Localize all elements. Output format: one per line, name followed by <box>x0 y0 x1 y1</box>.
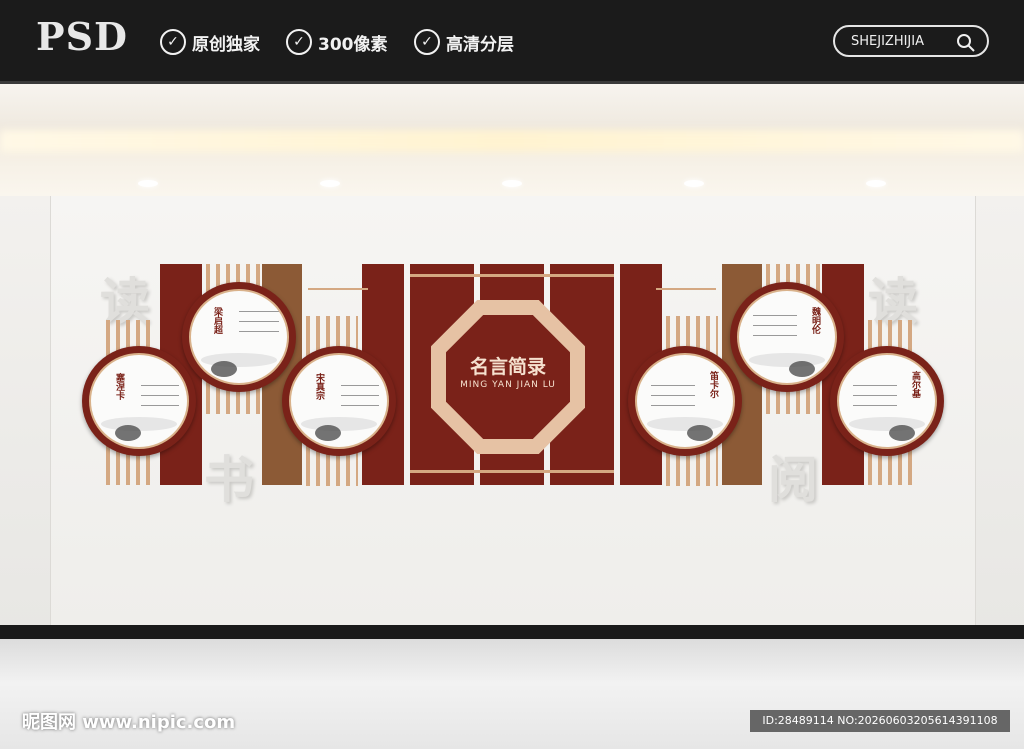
baseboard <box>0 625 1024 639</box>
feature-label: 300像素 <box>318 34 388 55</box>
cloud-ornament <box>308 288 368 290</box>
feature-layers: ✓ 高清分层 <box>414 28 514 56</box>
portrait-name: 高尔基 <box>910 371 920 398</box>
ceiling-light-strip <box>0 130 1024 152</box>
feature-pixels: ✓ 300像素 <box>286 28 388 56</box>
ghost-char: 书 <box>204 451 254 509</box>
portrait-name: 梁启超 <box>212 307 222 334</box>
portrait-card: 宋真宗 <box>282 346 396 456</box>
center-title: 名言简录 <box>469 356 546 378</box>
check-icon: ✓ <box>160 29 186 55</box>
portrait-card: 塞涅卡 <box>82 346 196 456</box>
psd-logo: PSD <box>36 14 128 59</box>
search-icon[interactable] <box>955 32 977 54</box>
portrait-card: 魏明伦 <box>730 282 844 392</box>
center-subtitle: MING YAN JIAN LU <box>460 380 556 390</box>
portrait-card: 梁启超 <box>182 282 296 392</box>
portrait-name: 魏明伦 <box>810 307 820 334</box>
portrait-card: 高尔基 <box>830 346 944 456</box>
feature-original: ✓ 原创独家 <box>160 28 260 56</box>
ceiling-spotlight <box>684 180 704 187</box>
feature-label: 高清分层 <box>446 34 514 55</box>
ceiling-spotlight <box>866 180 886 187</box>
top-banner: PSD ✓ 原创独家 ✓ 300像素 ✓ 高清分层 SHEJIZHIJIA <box>0 0 1024 84</box>
check-icon: ✓ <box>286 29 312 55</box>
portrait-card: 笛卡尔 <box>628 346 742 456</box>
search-text: SHEJIZHIJIA <box>851 33 924 49</box>
ghost-char: 阅 <box>768 451 818 509</box>
portrait-name: 笛卡尔 <box>708 371 718 398</box>
portrait-name: 宋真宗 <box>314 373 324 400</box>
ceiling-spotlight <box>320 180 340 187</box>
search-box[interactable]: SHEJIZHIJIA <box>833 25 989 57</box>
feature-label: 原创独家 <box>192 34 260 55</box>
site-watermark: 昵图网 www.nipic.com <box>22 712 236 733</box>
ceiling-spotlight <box>502 180 522 187</box>
fret-band <box>410 470 614 473</box>
cloud-ornament <box>656 288 716 290</box>
fret-band <box>410 274 614 277</box>
image-id-label: ID:28489114 NO:20260603205614391108 <box>750 710 1010 732</box>
check-icon: ✓ <box>414 29 440 55</box>
portrait-name: 塞涅卡 <box>114 373 124 400</box>
ceiling-spotlight <box>138 180 158 187</box>
